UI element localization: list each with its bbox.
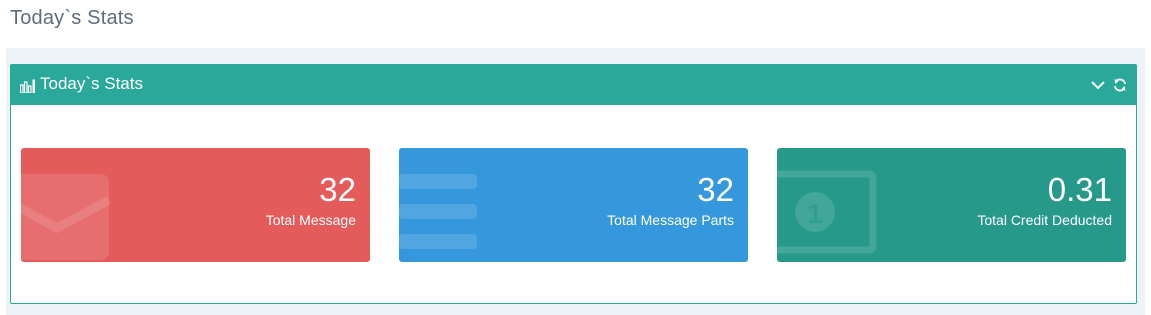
stat-card-total-message-parts[interactable]: 32 Total Message Parts — [399, 148, 748, 262]
dashboard-container: Today`s Stats 32 Total Message 32 Total … — [6, 48, 1145, 315]
page-title: Today`s Stats — [10, 7, 134, 29]
list-icon — [399, 174, 477, 249]
stat-label: Total Credit Deducted — [977, 212, 1112, 228]
money-icon: 1 — [777, 170, 877, 254]
stat-number: 0.31 — [1047, 171, 1112, 208]
stat-number: 32 — [319, 171, 356, 208]
envelope-icon — [21, 174, 112, 260]
stat-card-total-message[interactable]: 32 Total Message — [21, 148, 370, 262]
bar-chart-icon — [20, 79, 35, 93]
stat-card-total-credit-deducted[interactable]: 1 0.31 Total Credit Deducted — [777, 148, 1126, 262]
stats-portlet: Today`s Stats 32 Total Message 32 Total … — [10, 64, 1137, 304]
svg-text:1: 1 — [807, 198, 823, 229]
stat-label: Total Message Parts — [607, 212, 734, 228]
portlet-title: Today`s Stats — [40, 74, 143, 93]
stat-number: 32 — [697, 171, 734, 208]
stat-label: Total Message — [265, 212, 356, 228]
collapse-icon[interactable] — [1090, 77, 1106, 93]
portlet-tools — [1090, 77, 1128, 93]
portlet-header: Today`s Stats — [11, 65, 1136, 105]
reload-icon[interactable] — [1112, 77, 1128, 93]
